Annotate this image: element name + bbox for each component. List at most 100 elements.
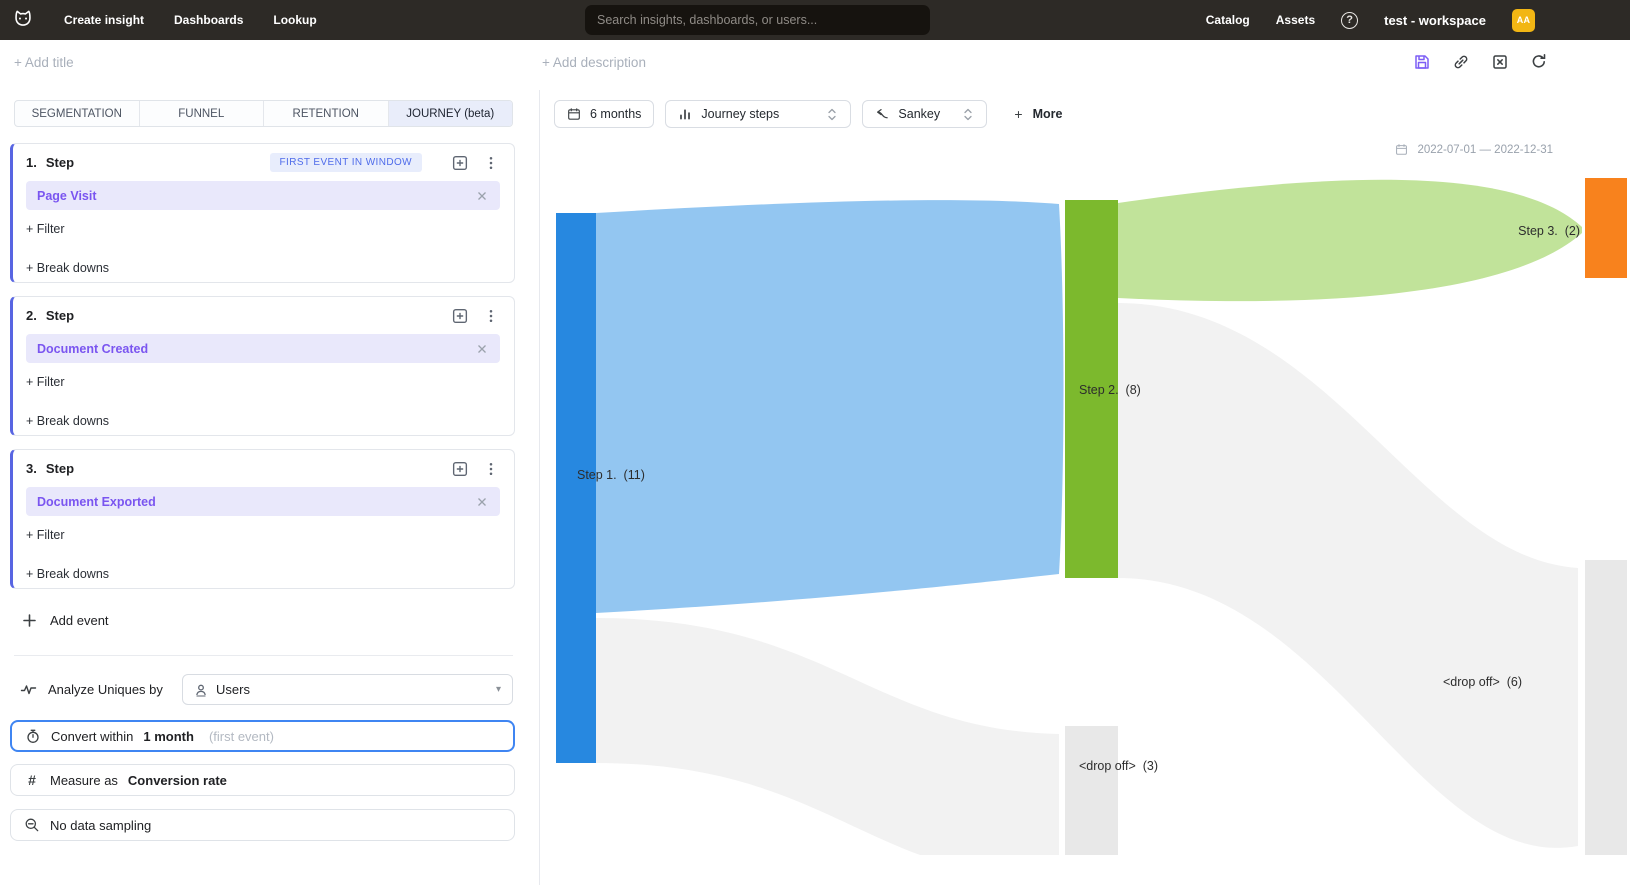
analyze-row: Analyze Uniques by Users ▾ xyxy=(20,674,513,705)
plus-icon xyxy=(22,613,37,628)
step-number: 1. xyxy=(26,155,37,170)
sankey-node-step1[interactable] xyxy=(556,213,596,763)
sankey-link-step1-step2[interactable] xyxy=(596,200,1064,613)
kebab-menu-icon[interactable] xyxy=(482,460,500,478)
time-range-button[interactable]: 6 months xyxy=(554,100,654,128)
chart-type-select[interactable]: Sankey xyxy=(862,100,987,128)
event-name: Page Visit xyxy=(37,189,97,203)
menu-create-insight[interactable]: Create insight xyxy=(64,13,144,27)
sankey-node-step3[interactable] xyxy=(1585,178,1627,278)
convert-within-control[interactable]: Convert within1 month (first event) xyxy=(10,720,515,752)
chart-date-range: 2022-07-01 — 2022-12-31 xyxy=(1395,143,1553,156)
plus-icon: + xyxy=(1014,106,1022,122)
insight-config-panel: SEGMENTATION FUNNEL RETENTION JOURNEY (b… xyxy=(0,90,539,885)
add-event-button[interactable]: Add event xyxy=(22,613,109,628)
add-title-button[interactable]: + Add title xyxy=(14,55,74,70)
menu-catalog[interactable]: Catalog xyxy=(1206,13,1250,27)
event-chip[interactable]: Document Created xyxy=(26,334,500,363)
main-menu: Create insight Dashboards Lookup xyxy=(64,13,317,27)
close-icon[interactable] xyxy=(475,495,489,509)
sankey-label-step2: Step 2. (8) xyxy=(1079,383,1141,397)
kebab-menu-icon[interactable] xyxy=(482,307,500,325)
select-chevrons-icon xyxy=(826,107,838,121)
menu-lookup[interactable]: Lookup xyxy=(273,13,316,27)
first-event-badge: FIRST EVENT IN WINDOW xyxy=(270,153,422,172)
sankey-link-step1-dropoff[interactable] xyxy=(596,618,1059,855)
sampling-label: No data sampling xyxy=(50,818,151,833)
refresh-icon[interactable] xyxy=(1530,53,1548,71)
app-logo-cat-icon[interactable] xyxy=(10,7,36,33)
close-icon[interactable] xyxy=(475,189,489,203)
more-label: More xyxy=(1033,107,1063,121)
analyze-by-value: Users xyxy=(216,682,250,697)
add-breakdowns[interactable]: + Break downs xyxy=(26,261,109,275)
add-step-icon[interactable] xyxy=(451,460,469,478)
step-number: 3. xyxy=(26,461,37,476)
workspace-name[interactable]: test - workspace xyxy=(1384,13,1486,28)
step-card-1: 1. Step FIRST EVENT IN WINDOW Page Visit… xyxy=(10,143,515,283)
sankey-label-step3: Step 3. (2) xyxy=(1518,224,1580,238)
chart-type-value: Sankey xyxy=(898,107,940,121)
person-icon xyxy=(194,683,208,697)
search-minus-icon xyxy=(24,817,40,833)
event-chip[interactable]: Page Visit xyxy=(26,181,500,210)
sankey-node-dropoff-after-step2[interactable] xyxy=(1585,560,1627,855)
chevron-down-icon: ▾ xyxy=(496,684,501,695)
add-filter[interactable]: + Filter xyxy=(26,528,65,542)
sankey-icon xyxy=(875,107,889,121)
calendar-icon xyxy=(1395,143,1408,156)
view-value: Journey steps xyxy=(701,107,779,121)
time-range-value: 6 months xyxy=(590,107,641,121)
copy-link-icon[interactable] xyxy=(1452,53,1470,71)
add-filter[interactable]: + Filter xyxy=(26,222,65,236)
analyze-label: Analyze Uniques by xyxy=(48,682,163,697)
navbar-right: Catalog Assets ? test - workspace AA xyxy=(1206,0,1535,40)
sankey-link-step2-step3[interactable] xyxy=(1118,180,1582,301)
add-breakdowns[interactable]: + Break downs xyxy=(26,567,109,581)
add-description-button[interactable]: + Add description xyxy=(542,55,646,70)
data-sampling-control[interactable]: No data sampling xyxy=(10,809,515,841)
event-chip[interactable]: Document Exported xyxy=(26,487,500,516)
add-step-icon[interactable] xyxy=(451,154,469,172)
step-number: 2. xyxy=(26,308,37,323)
sankey-label-dropoff-3: <drop off> (3) xyxy=(1079,759,1158,773)
tab-funnel[interactable]: FUNNEL xyxy=(140,101,265,126)
sankey-link-step2-dropoff[interactable] xyxy=(1118,303,1578,848)
close-box-icon[interactable] xyxy=(1491,53,1509,71)
divider xyxy=(14,655,513,656)
tab-journey[interactable]: JOURNEY (beta) xyxy=(389,101,513,126)
close-icon[interactable] xyxy=(475,342,489,356)
hash-icon: # xyxy=(24,772,40,788)
avatar[interactable]: AA xyxy=(1512,9,1535,32)
step-card-header: 3. Step xyxy=(26,459,500,478)
help-icon[interactable]: ? xyxy=(1341,12,1358,29)
more-options-button[interactable]: + More xyxy=(1014,106,1062,122)
chart-toolbar: 6 months Journey steps Sankey + More xyxy=(554,100,1062,128)
date-range-value: 2022-07-01 — 2022-12-31 xyxy=(1417,144,1553,156)
search-input[interactable] xyxy=(585,5,930,35)
add-filter[interactable]: + Filter xyxy=(26,375,65,389)
waveform-icon xyxy=(20,681,37,698)
step-title: Step xyxy=(46,155,74,170)
measure-as-control[interactable]: # Measure asConversion rate xyxy=(10,764,515,796)
step-title: Step xyxy=(46,308,74,323)
step-card-header: 1. Step FIRST EVENT IN WINDOW xyxy=(26,153,500,172)
kebab-menu-icon[interactable] xyxy=(482,154,500,172)
step-card-2: 2. Step Document Created + Filter + Brea… xyxy=(10,296,515,436)
menu-assets[interactable]: Assets xyxy=(1276,13,1315,27)
insight-type-tabs: SEGMENTATION FUNNEL RETENTION JOURNEY (b… xyxy=(14,100,513,127)
tab-retention[interactable]: RETENTION xyxy=(264,101,389,126)
bar-chart-icon xyxy=(678,107,692,121)
view-select[interactable]: Journey steps xyxy=(665,100,851,128)
add-breakdowns[interactable]: + Break downs xyxy=(26,414,109,428)
convert-suffix: (first event) xyxy=(209,729,274,744)
menu-dashboards[interactable]: Dashboards xyxy=(174,13,243,27)
save-icon[interactable] xyxy=(1413,53,1431,71)
analyze-by-select[interactable]: Users ▾ xyxy=(182,674,513,705)
global-search xyxy=(585,5,930,35)
sankey-chart: Step 1. (11) Step 2. (8) Step 3. (2) <dr… xyxy=(540,140,1630,855)
add-step-icon[interactable] xyxy=(451,307,469,325)
tab-segmentation[interactable]: SEGMENTATION xyxy=(15,101,140,126)
sankey-node-dropoff-after-step1[interactable] xyxy=(1065,726,1118,855)
event-name: Document Exported xyxy=(37,495,156,509)
